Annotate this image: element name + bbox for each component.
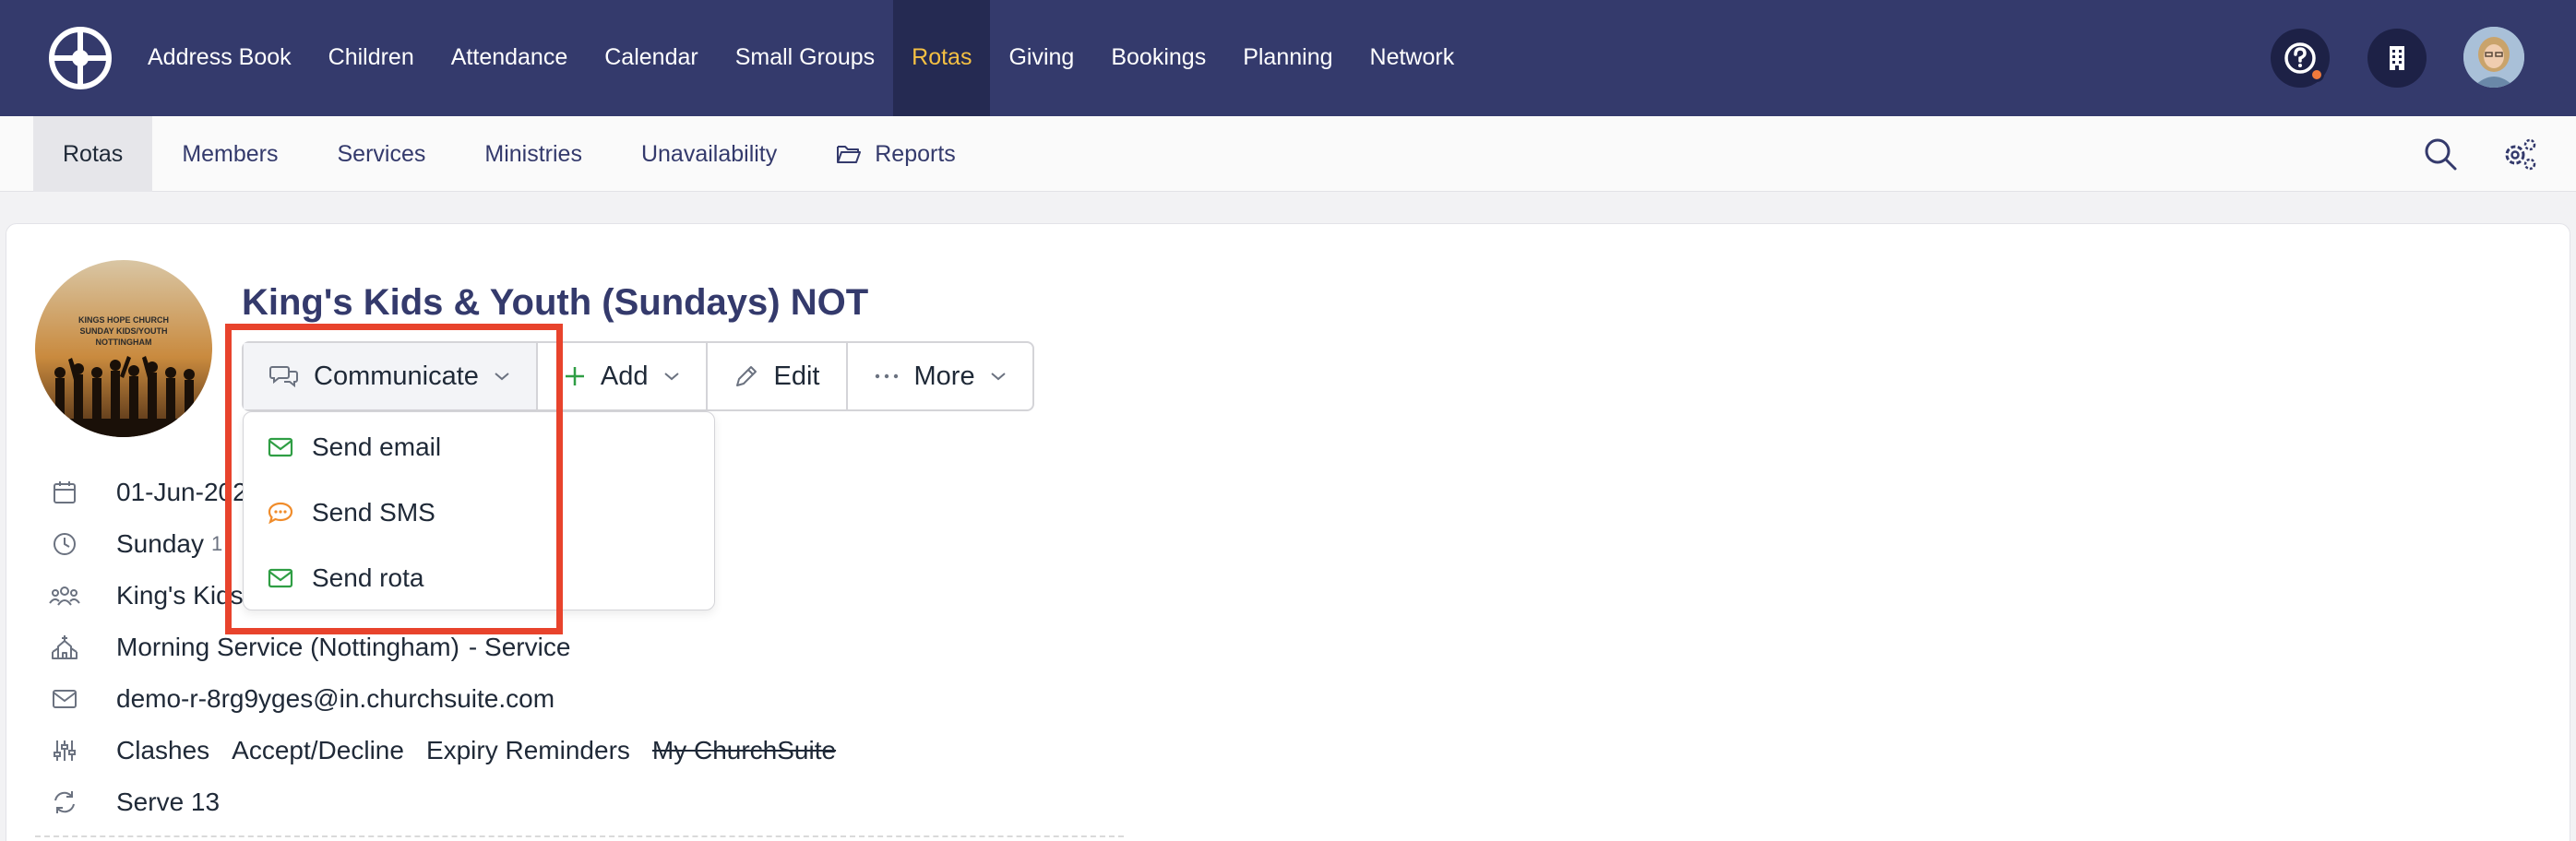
nav-small-groups[interactable]: Small Groups <box>717 0 893 116</box>
setting-expiry-reminders: Expiry Reminders <box>425 736 630 764</box>
nav-address-book[interactable]: Address Book <box>129 0 310 116</box>
nav-children[interactable]: Children <box>310 0 433 116</box>
settings-button[interactable] <box>2500 135 2539 173</box>
nav-giving[interactable]: Giving <box>990 0 1092 116</box>
search-icon <box>2425 138 2457 171</box>
rota-email-link[interactable]: demo-r-8rg9yges@in.churchsuite.com <box>116 684 555 714</box>
folder-open-icon <box>837 146 862 163</box>
more-button[interactable]: More <box>848 343 1032 409</box>
sub-navbar: Rotas Members Services Ministries Unavai… <box>0 116 2576 192</box>
subnav-rotas[interactable]: Rotas <box>33 116 153 192</box>
nav-planning[interactable]: Planning <box>1224 0 1351 116</box>
nav-calendar[interactable]: Calendar <box>586 0 716 116</box>
page-title: King's Kids & Youth (Sundays) NOT <box>242 282 869 323</box>
detail-frequency: Serve 13 <box>46 776 1153 828</box>
repeat-icon <box>46 784 83 821</box>
chevron-down-icon <box>990 373 1006 381</box>
gears-icon <box>2505 138 2536 171</box>
detail-settings: Clashes Accept/Decline Expiry Reminders … <box>46 725 1153 776</box>
user-avatar[interactable] <box>2463 27 2524 88</box>
setting-accept-decline: Accept/Decline <box>232 736 404 764</box>
envelope-icon <box>46 681 83 717</box>
divider <box>35 835 1124 837</box>
service-link[interactable]: Morning Service (Nottingham) <box>116 633 459 662</box>
nav-bookings[interactable]: Bookings <box>1092 0 1224 116</box>
nav-rotas[interactable]: Rotas <box>893 0 991 116</box>
detail-email: demo-r-8rg9yges@in.churchsuite.com <box>46 673 1153 725</box>
subnav-unavailability[interactable]: Unavailability <box>612 116 806 192</box>
churchsuite-logo-icon[interactable] <box>48 26 113 90</box>
rotas-subnav: Rotas Members Services Ministries Unavai… <box>33 116 985 192</box>
subnav-services[interactable]: Services <box>308 116 456 192</box>
svg-text:SUNDAY KIDS/YOUTH: SUNDAY KIDS/YOUTH <box>79 326 167 336</box>
detail-service: Morning Service (Nottingham) - Service <box>46 622 1153 673</box>
building-icon <box>2390 46 2404 70</box>
add-button[interactable]: Add <box>538 343 708 409</box>
top-navbar: Address Book Children Attendance Calenda… <box>0 0 2576 116</box>
chevron-down-icon <box>663 373 679 381</box>
subnav-ministries[interactable]: Ministries <box>455 116 612 192</box>
svg-text:KINGS HOPE CHURCH: KINGS HOPE CHURCH <box>78 315 169 325</box>
nav-attendance[interactable]: Attendance <box>433 0 587 116</box>
ellipsis-icon <box>875 373 898 379</box>
edit-button[interactable]: Edit <box>708 343 848 409</box>
pencil-icon <box>735 366 757 386</box>
subnav-reports[interactable]: Reports <box>806 116 985 192</box>
calendar-icon <box>46 474 83 511</box>
subnav-members[interactable]: Members <box>152 116 307 192</box>
people-group-icon <box>46 577 83 614</box>
subnav-tools <box>2421 135 2539 173</box>
main-nav: Address Book Children Attendance Calenda… <box>129 0 1473 116</box>
sliders-icon <box>46 732 83 769</box>
setting-my-churchsuite: My ChurchSuite <box>651 736 837 764</box>
setting-clashes: Clashes <box>116 736 210 764</box>
help-button[interactable] <box>2271 29 2330 88</box>
plus-icon <box>565 367 584 385</box>
search-button[interactable] <box>2421 135 2460 173</box>
nav-network[interactable]: Network <box>1352 0 1473 116</box>
notification-dot <box>2309 67 2324 82</box>
rota-image: KINGS HOPE CHURCH SUNDAY KIDS/YOUTH NOTT… <box>35 260 212 437</box>
church-icon <box>46 629 83 666</box>
svg-text:NOTTINGHAM: NOTTINGHAM <box>96 338 152 347</box>
ministry-link[interactable]: King's Kids <box>116 581 244 610</box>
clock-icon <box>46 526 83 563</box>
highlight-box <box>225 324 563 634</box>
organisation-button[interactable] <box>2367 29 2427 88</box>
